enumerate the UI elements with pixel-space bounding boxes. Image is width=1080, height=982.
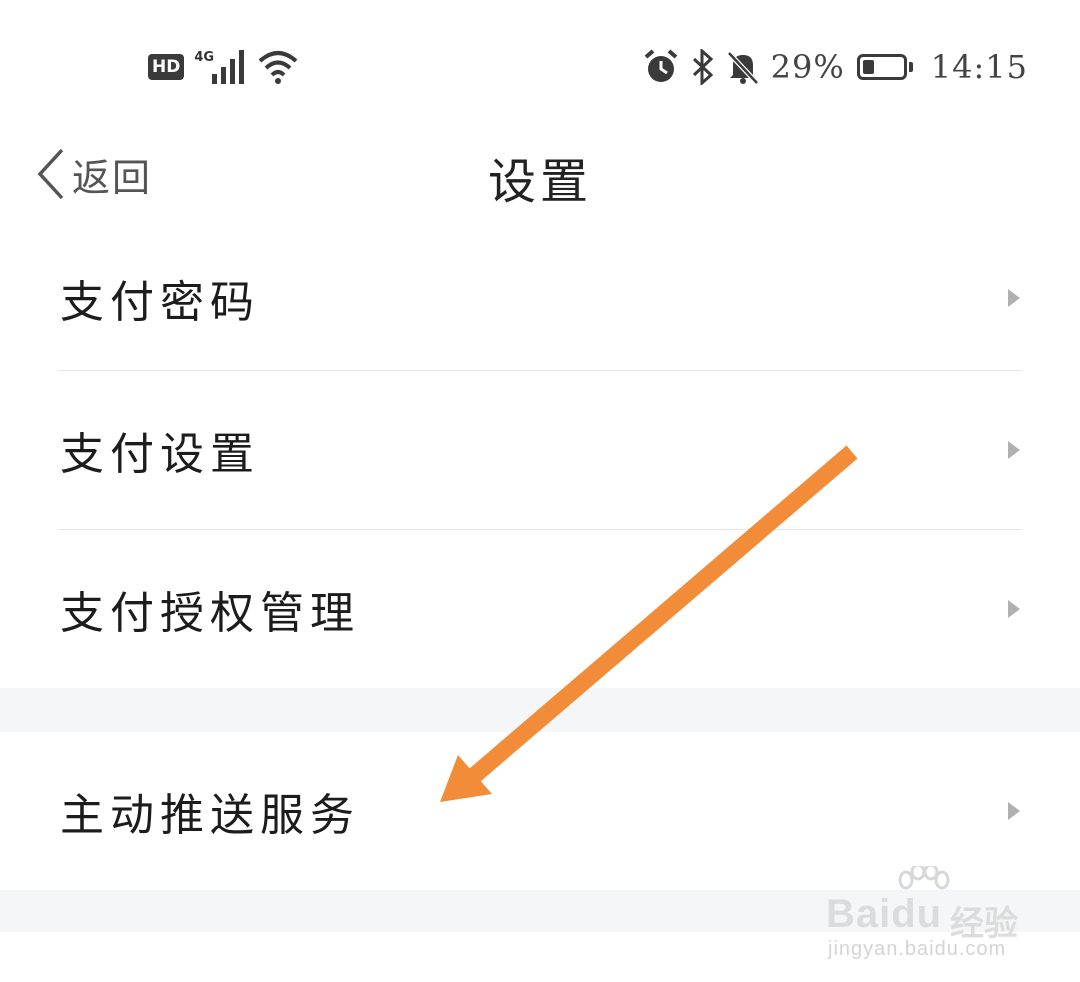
- clock: 14:15: [930, 48, 1028, 86]
- page-title: 设置: [487, 154, 592, 210]
- bluetooth-icon: [692, 49, 713, 85]
- watermark-url: jingyan.baidu.com: [828, 938, 1007, 960]
- hd-badge: HD: [148, 54, 185, 80]
- alarm-icon: [644, 49, 677, 82]
- chevron-right-icon: [1008, 441, 1020, 459]
- wifi-icon: [258, 51, 298, 84]
- chevron-right-icon: [1008, 600, 1020, 618]
- list-item-payment-authorization[interactable]: 支付授权管理: [0, 530, 1080, 688]
- watermark-brand: Baidu: [826, 892, 943, 936]
- mute-bell-icon: [726, 51, 759, 85]
- chevron-right-icon: [1008, 802, 1020, 820]
- list-item-label: 支付设置: [60, 429, 260, 480]
- list-item-label: 支付密码: [60, 276, 260, 328]
- network-type: 4G: [194, 49, 215, 65]
- baidu-watermark: Baidu 经验 jingyan.baidu.com: [826, 866, 1026, 965]
- battery-level: [862, 60, 874, 74]
- signal-icon: [212, 50, 245, 84]
- battery-icon: [856, 54, 913, 80]
- list-item-label: 支付授权管理: [60, 588, 360, 639]
- navigation-bar: 返回 设置: [0, 130, 1080, 225]
- list-item-payment-password[interactable]: 支付密码: [0, 225, 1080, 370]
- section-gap: [0, 688, 1080, 732]
- chevron-right-icon: [1008, 288, 1020, 307]
- list-item-label: 主动推送服务: [60, 790, 360, 841]
- battery-percent: 29%: [770, 48, 845, 86]
- status-bar: HD 4G 29% 14:15: [0, 0, 1080, 130]
- list-item-payment-settings[interactable]: 支付设置: [0, 371, 1080, 529]
- status-right: 29% 14:15: [643, 45, 1028, 89]
- status-left: HD 4G: [148, 45, 300, 89]
